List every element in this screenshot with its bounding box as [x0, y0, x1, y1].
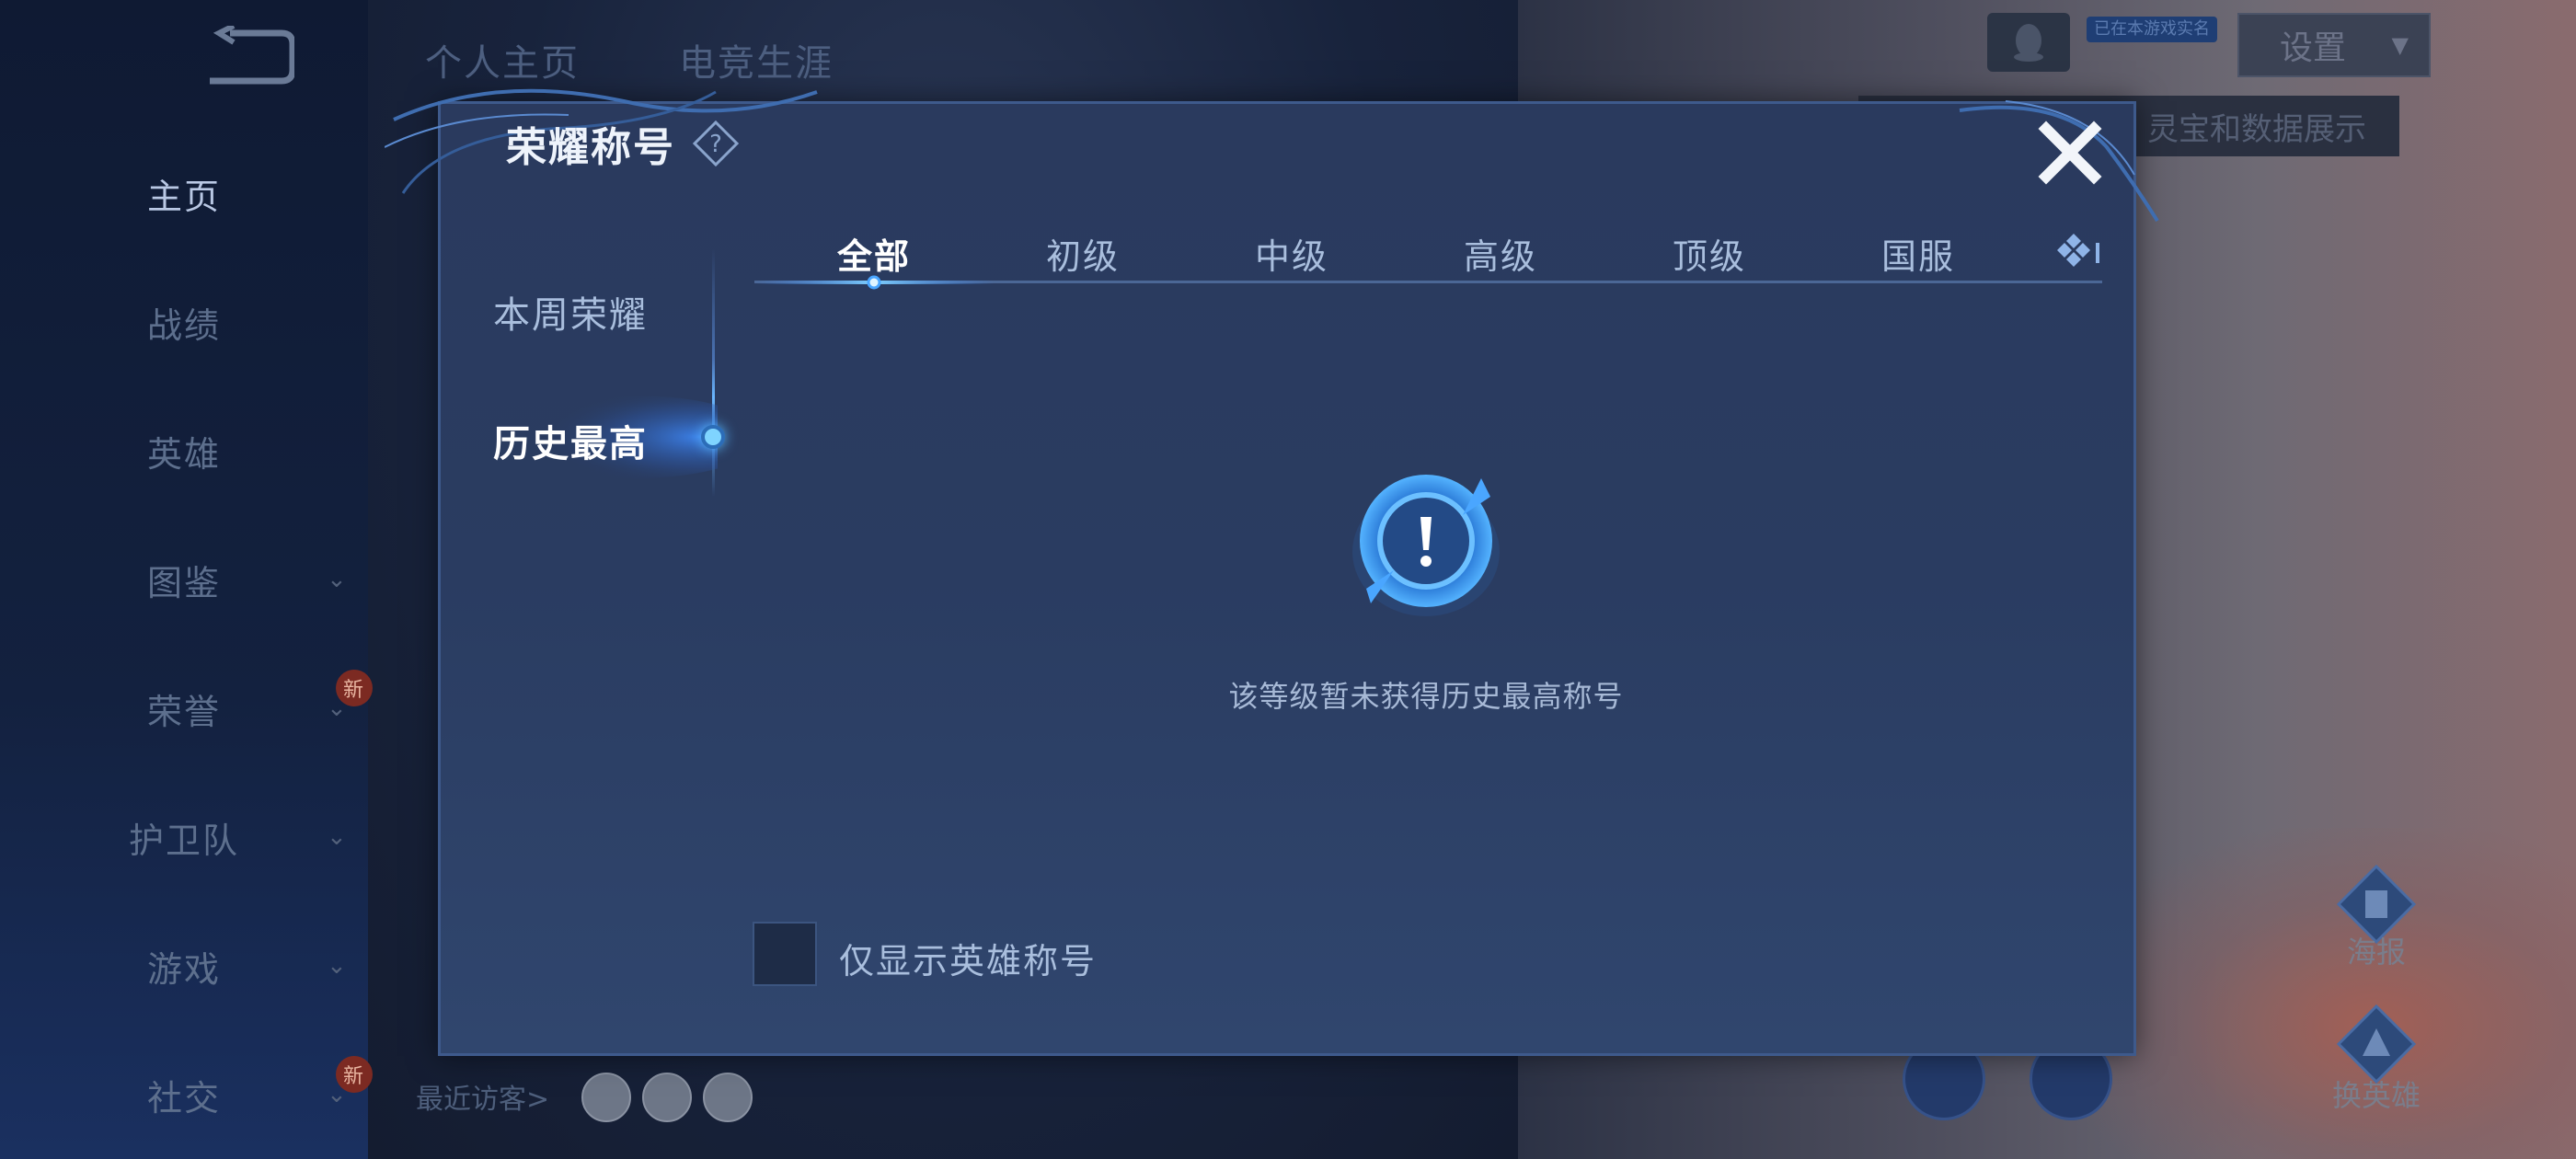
game-screen: 主页 战绩 英雄 图鉴 ⌄ 荣誉 ⌄ 新 护卫队 ⌄ 游戏 ⌄ 社交 ⌄ 新 个…: [0, 0, 2576, 1159]
penguin-icon: [2014, 24, 2043, 62]
visitor-avatar[interactable]: [581, 1073, 631, 1122]
tab-level-top[interactable]: 顶级: [1617, 228, 1801, 279]
back-arrow-icon[interactable]: [193, 26, 294, 90]
switch-hero-label: 换英雄: [2331, 1078, 2421, 1113]
nav-item-label: 图鉴: [146, 562, 221, 603]
nav-item-records[interactable]: 战绩: [0, 285, 368, 359]
nav-item-label: 荣誉: [146, 691, 221, 732]
tooltip-text: 灵宝和数据展示: [2147, 110, 2366, 148]
more-tabs-icon[interactable]: [2053, 230, 2101, 270]
visitor-avatar[interactable]: [703, 1073, 753, 1122]
tab-personal-home[interactable]: 个人主页: [425, 33, 580, 86]
empty-state-message: 该等级暂未获得历史最高称号: [1228, 679, 1624, 714]
nav-item-label: 英雄: [146, 433, 221, 475]
tab-history-highest[interactable]: 历史最高: [493, 414, 714, 467]
nav-item-label: 游戏: [146, 948, 221, 990]
nav-item-guard-team[interactable]: 护卫队 ⌄: [0, 800, 368, 874]
question-mark-icon[interactable]: ?: [692, 120, 740, 167]
nav-item-label: 主页: [146, 176, 221, 217]
dialog-title: 荣耀称号: [506, 124, 675, 171]
nav-item-games[interactable]: 游戏 ⌄: [0, 929, 368, 1003]
nav-item-honor[interactable]: 荣誉 ⌄ 新: [0, 670, 373, 745]
new-badge: 新: [336, 1056, 373, 1093]
hero-titles-only-checkbox[interactable]: [753, 922, 817, 986]
settings-button[interactable]: 设置 ▼: [2237, 13, 2431, 77]
chevron-down-icon: ⌄: [327, 952, 349, 980]
tab-esports-career[interactable]: 电竞生涯: [679, 33, 834, 86]
active-tab-indicator: [701, 425, 725, 449]
tab-level-advanced[interactable]: 高级: [1409, 228, 1593, 279]
chevron-down-icon: ▼: [2391, 32, 2409, 58]
close-icon[interactable]: [2035, 118, 2105, 188]
qq-avatar-button[interactable]: [1987, 13, 2070, 72]
poster-label: 海报: [2346, 935, 2406, 970]
nav-item-label: 护卫队: [128, 820, 239, 861]
tab-level-beginner[interactable]: 初级: [991, 228, 1175, 279]
left-navigation: 主页 战绩 英雄 图鉴 ⌄ 荣誉 ⌄ 新 护卫队 ⌄ 游戏 ⌄ 社交 ⌄ 新: [0, 0, 373, 1159]
nav-item-social[interactable]: 社交 ⌄ 新: [0, 1056, 373, 1131]
recent-visitors-link[interactable]: 最近访客>: [416, 1076, 549, 1117]
tab-weekly-honor[interactable]: 本周荣耀: [493, 285, 714, 339]
new-badge: 新: [336, 670, 373, 706]
hero-titles-only-label[interactable]: 仅显示英雄称号: [839, 933, 1097, 983]
svg-text:?: ?: [709, 131, 722, 158]
chevron-down-icon: ⌄: [327, 823, 349, 851]
empty-state-alert-icon: [1352, 475, 1500, 616]
settings-label: 设置: [2280, 29, 2347, 67]
real-name-badge: 已在本游戏实名: [2087, 17, 2217, 42]
tab-level-national[interactable]: 国服: [1826, 228, 2010, 279]
nav-item-gallery[interactable]: 图鉴 ⌄: [0, 543, 368, 616]
nav-item-label: 战绩: [146, 304, 221, 346]
nav-item-heroes[interactable]: 英雄: [0, 414, 368, 488]
nav-item-label: 社交: [146, 1077, 221, 1119]
nav-item-home[interactable]: 主页: [0, 156, 368, 230]
visitor-avatar[interactable]: [642, 1073, 692, 1122]
tab-level-all[interactable]: 全部: [782, 228, 966, 279]
tab-level-intermediate[interactable]: 中级: [1200, 228, 1384, 279]
chevron-down-icon: ⌄: [327, 566, 349, 593]
